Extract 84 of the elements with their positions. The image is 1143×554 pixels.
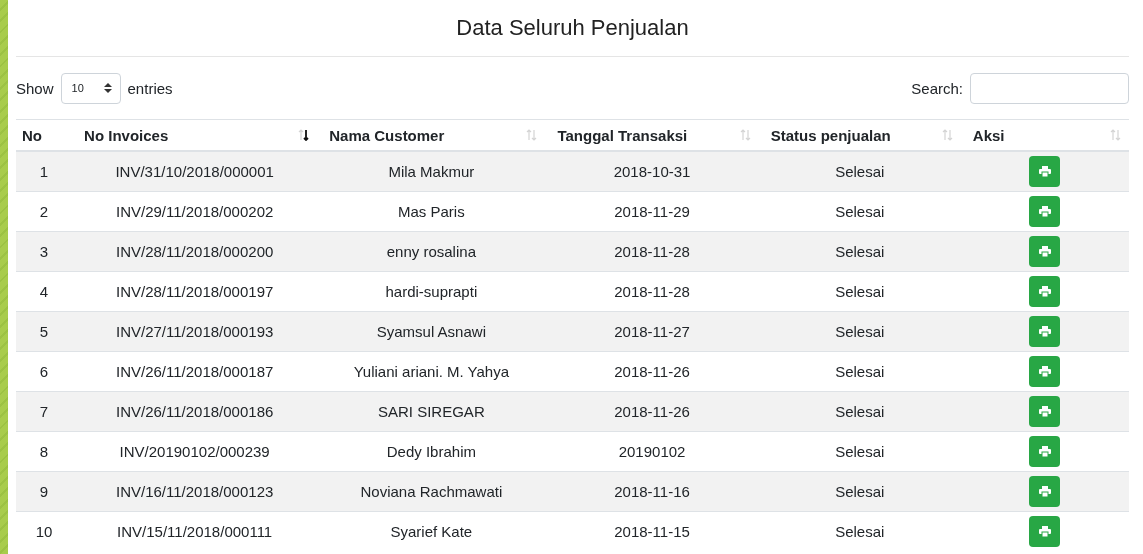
sort-arrows-icon[interactable] — [298, 129, 310, 141]
table-cell: INV/20190102/000239 — [119, 443, 270, 460]
printer-icon — [1038, 406, 1051, 417]
printer-icon — [1038, 446, 1051, 457]
column-header: Aksi — [972, 126, 1005, 144]
table-cell: 6 — [39, 363, 49, 380]
table-cell: Selesai — [835, 203, 885, 220]
print-button[interactable] — [1029, 396, 1061, 427]
print-button[interactable] — [1029, 236, 1061, 267]
printer-icon — [1038, 326, 1051, 337]
table-cell: 7 — [39, 403, 49, 420]
table-cell: INV/27/11/2018/000193 — [115, 323, 274, 340]
table-cell: INV/15/11/2018/000111 — [117, 523, 273, 540]
table-cell: Dedy Ibrahim — [386, 443, 476, 460]
table-cell: INV/31/10/2018/000001 — [115, 163, 274, 180]
table-cell: Selesai — [835, 283, 885, 300]
table-cell: INV/29/11/2018/000202 — [115, 203, 274, 220]
table-cell: INV/28/11/2018/000197 — [115, 283, 274, 300]
table-cell: 2018-11-26 — [614, 403, 690, 420]
table-cell: INV/16/11/2018/000123 — [115, 483, 274, 500]
print-button[interactable] — [1029, 476, 1061, 507]
show-label: Show — [16, 79, 54, 97]
printer-icon — [1038, 166, 1051, 177]
table-cell: SARI SIREGAR — [378, 403, 485, 420]
search-label: Search: — [911, 79, 963, 97]
table-cell: 2018-11-28 — [614, 283, 690, 300]
table-cell: 2018-11-27 — [614, 323, 690, 340]
printer-icon — [1038, 526, 1051, 537]
table-cell: Syarief Kate — [390, 523, 473, 540]
table-cell: Selesai — [835, 523, 885, 540]
table-cell: INV/26/11/2018/000187 — [115, 363, 274, 380]
column-header: Tanggal Transaksi — [557, 126, 688, 144]
table-cell: INV/28/11/2018/000200 — [115, 243, 274, 260]
print-button[interactable] — [1029, 436, 1061, 467]
table-cell: hardi-suprapti — [385, 283, 478, 300]
printer-icon — [1038, 246, 1051, 257]
table-cell: 4 — [39, 283, 49, 300]
table-cell: 5 — [39, 323, 49, 340]
table-cell: 2018-11-15 — [614, 523, 690, 540]
table-cell: Noviana Rachmawati — [360, 483, 503, 500]
table-cell: Selesai — [835, 443, 885, 460]
table-cell: 2018-10-31 — [613, 163, 691, 180]
column-header: No — [22, 126, 42, 144]
table-cell: 9 — [39, 483, 49, 500]
printer-icon — [1038, 366, 1051, 377]
entries-select[interactable]: 10 — [60, 72, 121, 104]
table-cell: 10 — [35, 523, 53, 540]
entries-label: entries — [127, 79, 173, 97]
table-cell: 2018-11-29 — [614, 203, 690, 220]
print-button[interactable] — [1029, 196, 1061, 227]
updown-caret-icon — [103, 83, 112, 93]
table-cell: Selesai — [835, 163, 885, 180]
printer-icon — [1038, 286, 1051, 297]
table-cell: 3 — [39, 243, 49, 260]
column-header: Status penjualan — [770, 126, 891, 144]
page-title: Data Seluruh Penjualan — [456, 15, 689, 41]
table-cell: Selesai — [835, 483, 885, 500]
table-cell: 2018-11-28 — [614, 243, 690, 260]
table-cell: INV/26/11/2018/000186 — [115, 403, 274, 420]
column-header: Nama Customer — [329, 126, 445, 144]
printer-icon — [1038, 206, 1051, 217]
table-cell: Mas Paris — [398, 203, 465, 220]
table-cell: Selesai — [835, 323, 885, 340]
print-button[interactable] — [1029, 356, 1061, 387]
table-cell: Mila Makmur — [388, 163, 475, 180]
table-cell: 20190102 — [618, 443, 686, 460]
printer-icon — [1038, 486, 1051, 497]
table-cell: Yuliani ariani. M. Yahya — [353, 363, 510, 380]
table-cell: Selesai — [835, 403, 885, 420]
column-header: No Invoices — [84, 126, 169, 144]
table-cell: 8 — [39, 443, 49, 460]
table-cell: 2 — [39, 203, 49, 220]
print-button[interactable] — [1029, 276, 1061, 307]
table-cell: Selesai — [835, 363, 885, 380]
table-cell: enny rosalina — [386, 243, 476, 260]
table-cell: 2018-11-26 — [614, 363, 690, 380]
print-button[interactable] — [1029, 516, 1061, 547]
table-cell: 2018-11-16 — [614, 483, 690, 500]
print-button[interactable] — [1029, 316, 1061, 347]
table-cell: 1 — [39, 163, 49, 180]
table-cell: Syamsul Asnawi — [376, 323, 486, 340]
print-button[interactable] — [1029, 156, 1061, 187]
table-cell: Selesai — [835, 243, 885, 260]
search-field[interactable] — [970, 72, 1129, 104]
